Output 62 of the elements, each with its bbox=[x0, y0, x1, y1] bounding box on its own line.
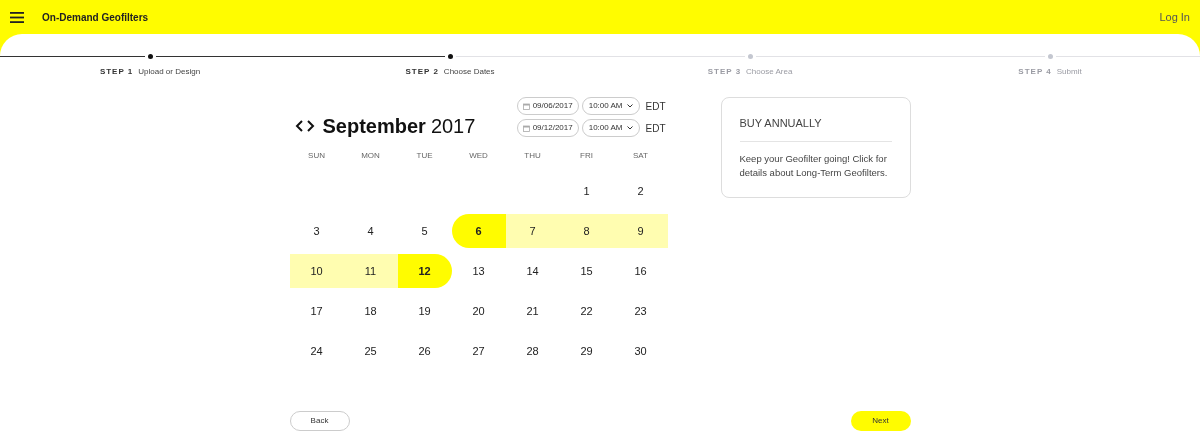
weekday-label: SAT bbox=[632, 150, 649, 162]
calendar-day[interactable]: 6 bbox=[451, 214, 506, 248]
step-label: Choose Dates bbox=[443, 66, 495, 78]
calendar-day[interactable]: 20 bbox=[451, 294, 506, 328]
month-nav-icon[interactable] bbox=[294, 119, 315, 133]
card-text: Keep your Geofilter going! Click for details about Long-Term Geofilters. bbox=[739, 151, 889, 180]
login-link[interactable]: Log In bbox=[1159, 8, 1190, 26]
step-label: Submit bbox=[1056, 66, 1082, 78]
calendar-day[interactable]: 3 bbox=[289, 214, 344, 248]
calendar-day[interactable]: 21 bbox=[505, 294, 560, 328]
calendar-day[interactable]: 16 bbox=[613, 254, 668, 288]
step-number: STEP 2 bbox=[405, 66, 439, 78]
timezone: EDT bbox=[645, 121, 666, 136]
calendar-icon bbox=[522, 124, 530, 132]
chevron-down-icon bbox=[626, 104, 633, 108]
step-number: STEP 4 bbox=[1018, 66, 1052, 78]
calendar-day[interactable]: 13 bbox=[451, 254, 506, 288]
calendar-day[interactable]: 18 bbox=[343, 294, 398, 328]
annual-card[interactable]: BUY ANNUALLY Keep your Geofilter going! Click for details about Long-Term Geofilters. bbox=[720, 97, 911, 198]
calendar-day[interactable]: 25 bbox=[343, 334, 398, 368]
calendar-day[interactable]: 8 bbox=[559, 214, 614, 248]
menu-icon[interactable] bbox=[10, 11, 24, 23]
chevron-down-icon bbox=[626, 126, 633, 130]
calendar-day[interactable]: 7 bbox=[505, 214, 560, 248]
calendar-day[interactable]: 30 bbox=[613, 334, 668, 368]
weekday-label: FRI bbox=[579, 150, 594, 162]
calendar-day[interactable]: 10 bbox=[289, 254, 344, 288]
back-button[interactable]: Back bbox=[289, 411, 350, 431]
step-label: Upload or Design bbox=[138, 66, 201, 78]
calendar-day[interactable]: 5 bbox=[397, 214, 452, 248]
calendar-day[interactable]: 12 bbox=[397, 254, 452, 288]
app-title: On-Demand Geofilters bbox=[42, 10, 149, 25]
weekday-label: WED bbox=[468, 150, 489, 162]
calendar-day[interactable]: 14 bbox=[505, 254, 560, 288]
calendar-day[interactable]: 23 bbox=[613, 294, 668, 328]
calendar-day[interactable]: 17 bbox=[289, 294, 344, 328]
calendar-day[interactable]: 4 bbox=[343, 214, 398, 248]
calendar-day[interactable]: 29 bbox=[559, 334, 614, 368]
calendar-day[interactable]: 24 bbox=[289, 334, 344, 368]
step-number: STEP 3 bbox=[707, 66, 742, 78]
calendar-day[interactable]: 9 bbox=[613, 214, 668, 248]
card-title: BUY ANNUALLY bbox=[739, 115, 892, 142]
timezone: EDT bbox=[645, 99, 666, 114]
weekday-label: TUE bbox=[415, 150, 434, 162]
weekday-label: SUN bbox=[307, 150, 326, 162]
calendar-day[interactable]: 15 bbox=[559, 254, 614, 288]
calendar-day[interactable]: 22 bbox=[559, 294, 614, 328]
calendar-day[interactable]: 2 bbox=[613, 174, 668, 208]
calendar-day[interactable]: 11 bbox=[343, 254, 398, 288]
next-button[interactable]: Next bbox=[850, 411, 911, 431]
calendar-day[interactable]: 26 bbox=[397, 334, 452, 368]
weekday-label: MON bbox=[360, 150, 381, 162]
calendar-day[interactable]: 27 bbox=[451, 334, 506, 368]
step-number: STEP 1 bbox=[99, 66, 134, 78]
calendar-day[interactable]: 19 bbox=[397, 294, 452, 328]
calendar-day[interactable]: 28 bbox=[505, 334, 560, 368]
step-label: Choose Area bbox=[746, 66, 793, 78]
year: 2017 bbox=[430, 114, 476, 139]
weekday-label: THU bbox=[523, 150, 542, 162]
calendar-icon bbox=[522, 102, 530, 110]
month-name: September bbox=[322, 114, 426, 139]
calendar-day[interactable]: 1 bbox=[559, 174, 614, 208]
